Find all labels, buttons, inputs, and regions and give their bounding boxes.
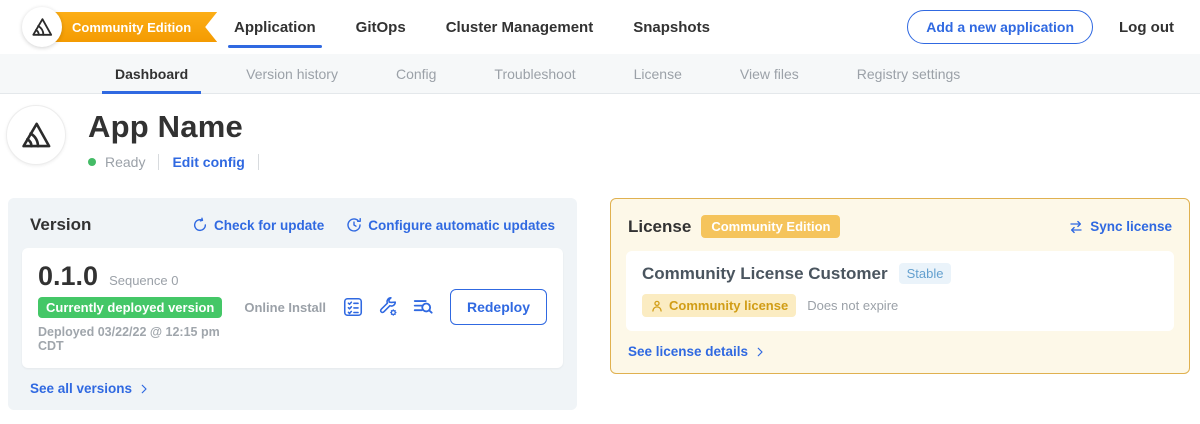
community-edition-ribbon: Community Edition	[40, 12, 217, 42]
replicated-logo-icon	[30, 16, 54, 38]
license-type-row: Community license Does not expire	[642, 294, 1158, 317]
divider	[158, 154, 159, 170]
subnav-view-files[interactable]: View files	[711, 54, 828, 93]
brand-logo-circle	[22, 7, 62, 47]
subnav-version-history-label: Version history	[246, 66, 338, 82]
deployed-timestamp: Deployed 03/22/22 @ 12:15 pm CDT	[38, 325, 244, 353]
app-logo-icon	[19, 119, 53, 151]
clock-refresh-icon	[346, 217, 362, 233]
see-all-versions-label: See all versions	[30, 381, 132, 396]
configure-automatic-updates-link[interactable]: Configure automatic updates	[346, 217, 555, 233]
chevron-right-icon	[138, 383, 150, 395]
sync-license-link[interactable]: Sync license	[1068, 219, 1172, 235]
ribbon-label: Community Edition	[72, 20, 191, 35]
configure-automatic-updates-label: Configure automatic updates	[368, 218, 555, 233]
divider	[258, 154, 259, 170]
config-wrench-icon[interactable]	[377, 296, 399, 318]
license-card-title: License	[628, 217, 691, 237]
brand: Community Edition	[0, 0, 218, 54]
version-card-title: Version	[30, 215, 91, 235]
community-license-badge: Community license	[642, 294, 796, 317]
see-license-details-link[interactable]: See license details	[628, 344, 1174, 359]
license-details-panel: Community License Customer Stable Commun…	[626, 251, 1174, 331]
expiration-label: Does not expire	[807, 298, 898, 313]
sync-arrows-icon	[1068, 219, 1084, 235]
top-bar: Community Edition Application GitOps Clu…	[0, 0, 1200, 54]
app-avatar	[6, 105, 66, 165]
subnav-version-history[interactable]: Version history	[217, 54, 367, 93]
check-for-update-label: Check for update	[214, 218, 324, 233]
see-license-details-label: See license details	[628, 344, 748, 359]
app-header: App Name Ready Edit config	[0, 105, 1200, 170]
deployed-version-info: 0.1.0 Sequence 0 Currently deployed vers…	[38, 261, 244, 353]
top-bar-right: Add a new application Log out	[907, 10, 1174, 44]
tab-application-label: Application	[234, 19, 316, 36]
version-actions: Online Install Redeploy	[244, 289, 547, 325]
chevron-right-icon	[754, 346, 766, 358]
check-for-update-link[interactable]: Check for update	[192, 217, 324, 233]
tab-cluster-management-label: Cluster Management	[446, 19, 594, 36]
person-icon	[650, 299, 664, 313]
community-edition-badge: Community Edition	[701, 215, 840, 238]
subnav-troubleshoot-label: Troubleshoot	[494, 66, 575, 82]
ready-status-label: Ready	[105, 154, 145, 170]
version-card-actions: Check for update Configure automatic upd…	[192, 217, 555, 233]
log-out-link[interactable]: Log out	[1119, 19, 1174, 36]
subnav-config[interactable]: Config	[367, 54, 465, 93]
version-card-header: Version Check for update Configure autom…	[30, 215, 555, 235]
refresh-icon	[192, 217, 208, 233]
view-logs-icon[interactable]	[412, 296, 434, 318]
currently-deployed-badge: Currently deployed version	[38, 297, 222, 318]
subnav-config-label: Config	[396, 66, 436, 82]
version-number-row: 0.1.0 Sequence 0	[38, 261, 244, 292]
edit-config-link[interactable]: Edit config	[172, 154, 244, 170]
community-license-label: Community license	[669, 298, 788, 313]
channel-badge: Stable	[899, 263, 952, 284]
tab-application[interactable]: Application	[234, 0, 316, 54]
subnav-registry-settings-label: Registry settings	[857, 66, 960, 82]
subnav-license[interactable]: License	[605, 54, 711, 93]
subnav-dashboard[interactable]: Dashboard	[86, 54, 217, 93]
app-header-text: App Name Ready Edit config	[88, 105, 263, 170]
subnav-dashboard-label: Dashboard	[115, 66, 188, 82]
tab-gitops-label: GitOps	[356, 19, 406, 36]
tab-cluster-management[interactable]: Cluster Management	[446, 0, 594, 54]
tab-snapshots-label: Snapshots	[633, 19, 710, 36]
license-card: License Community Edition Sync license C…	[610, 198, 1190, 374]
app-status-row: Ready Edit config	[88, 154, 263, 170]
install-type-label: Online Install	[244, 300, 326, 315]
customer-name: Community License Customer	[642, 264, 888, 284]
customer-row: Community License Customer Stable	[642, 263, 1158, 284]
subnav-registry-settings[interactable]: Registry settings	[828, 54, 989, 93]
sub-navigation: Dashboard Version history Config Trouble…	[0, 54, 1200, 94]
top-navigation: Application GitOps Cluster Management Sn…	[234, 0, 710, 54]
version-card: Version Check for update Configure autom…	[8, 198, 577, 410]
tab-gitops[interactable]: GitOps	[356, 0, 406, 54]
sync-license-label: Sync license	[1090, 219, 1172, 234]
page-title: App Name	[88, 109, 263, 145]
add-new-application-button[interactable]: Add a new application	[907, 10, 1093, 44]
dashboard-main: Version Check for update Configure autom…	[0, 198, 1200, 410]
version-number: 0.1.0	[38, 261, 98, 292]
subnav-troubleshoot[interactable]: Troubleshoot	[465, 54, 604, 93]
preflight-checks-icon[interactable]	[342, 296, 364, 318]
see-all-versions-link[interactable]: See all versions	[30, 381, 563, 396]
ready-status-dot	[88, 158, 96, 166]
sequence-label: Sequence 0	[109, 273, 178, 288]
license-card-header: License Community Edition Sync license	[628, 215, 1172, 238]
subnav-view-files-label: View files	[740, 66, 799, 82]
tab-snapshots[interactable]: Snapshots	[633, 0, 710, 54]
deployed-version-panel: 0.1.0 Sequence 0 Currently deployed vers…	[22, 248, 563, 368]
subnav-license-label: License	[634, 66, 682, 82]
redeploy-button[interactable]: Redeploy	[450, 289, 547, 325]
